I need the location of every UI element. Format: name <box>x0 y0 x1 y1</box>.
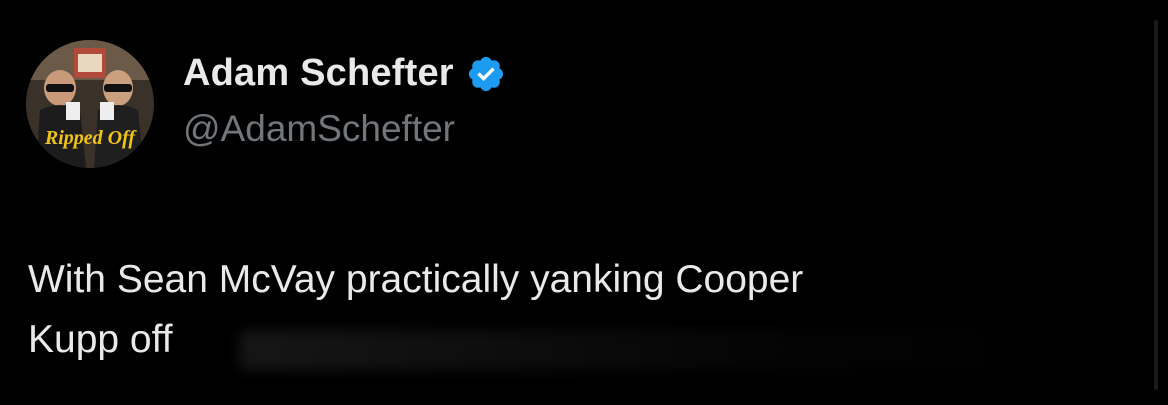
tweet-text-line: With Sean McVay practically yanking Coop… <box>28 258 804 301</box>
verified-badge-icon <box>466 54 506 94</box>
avatar-image: Ripped Off <box>26 40 154 168</box>
scrollbar[interactable] <box>1154 20 1158 390</box>
avatar[interactable]: Ripped Off <box>26 40 154 168</box>
avatar-caption: Ripped Off <box>44 127 138 149</box>
author-name-text: Adam Schefter <box>183 52 454 94</box>
tweet-card[interactable]: Ripped Off Adam Schefter @AdamSchefter W… <box>0 0 1168 405</box>
author-handle[interactable]: @AdamSchefter <box>183 108 455 150</box>
author-name[interactable]: Adam Schefter <box>183 52 506 95</box>
faded-text-overlay <box>240 330 1080 370</box>
